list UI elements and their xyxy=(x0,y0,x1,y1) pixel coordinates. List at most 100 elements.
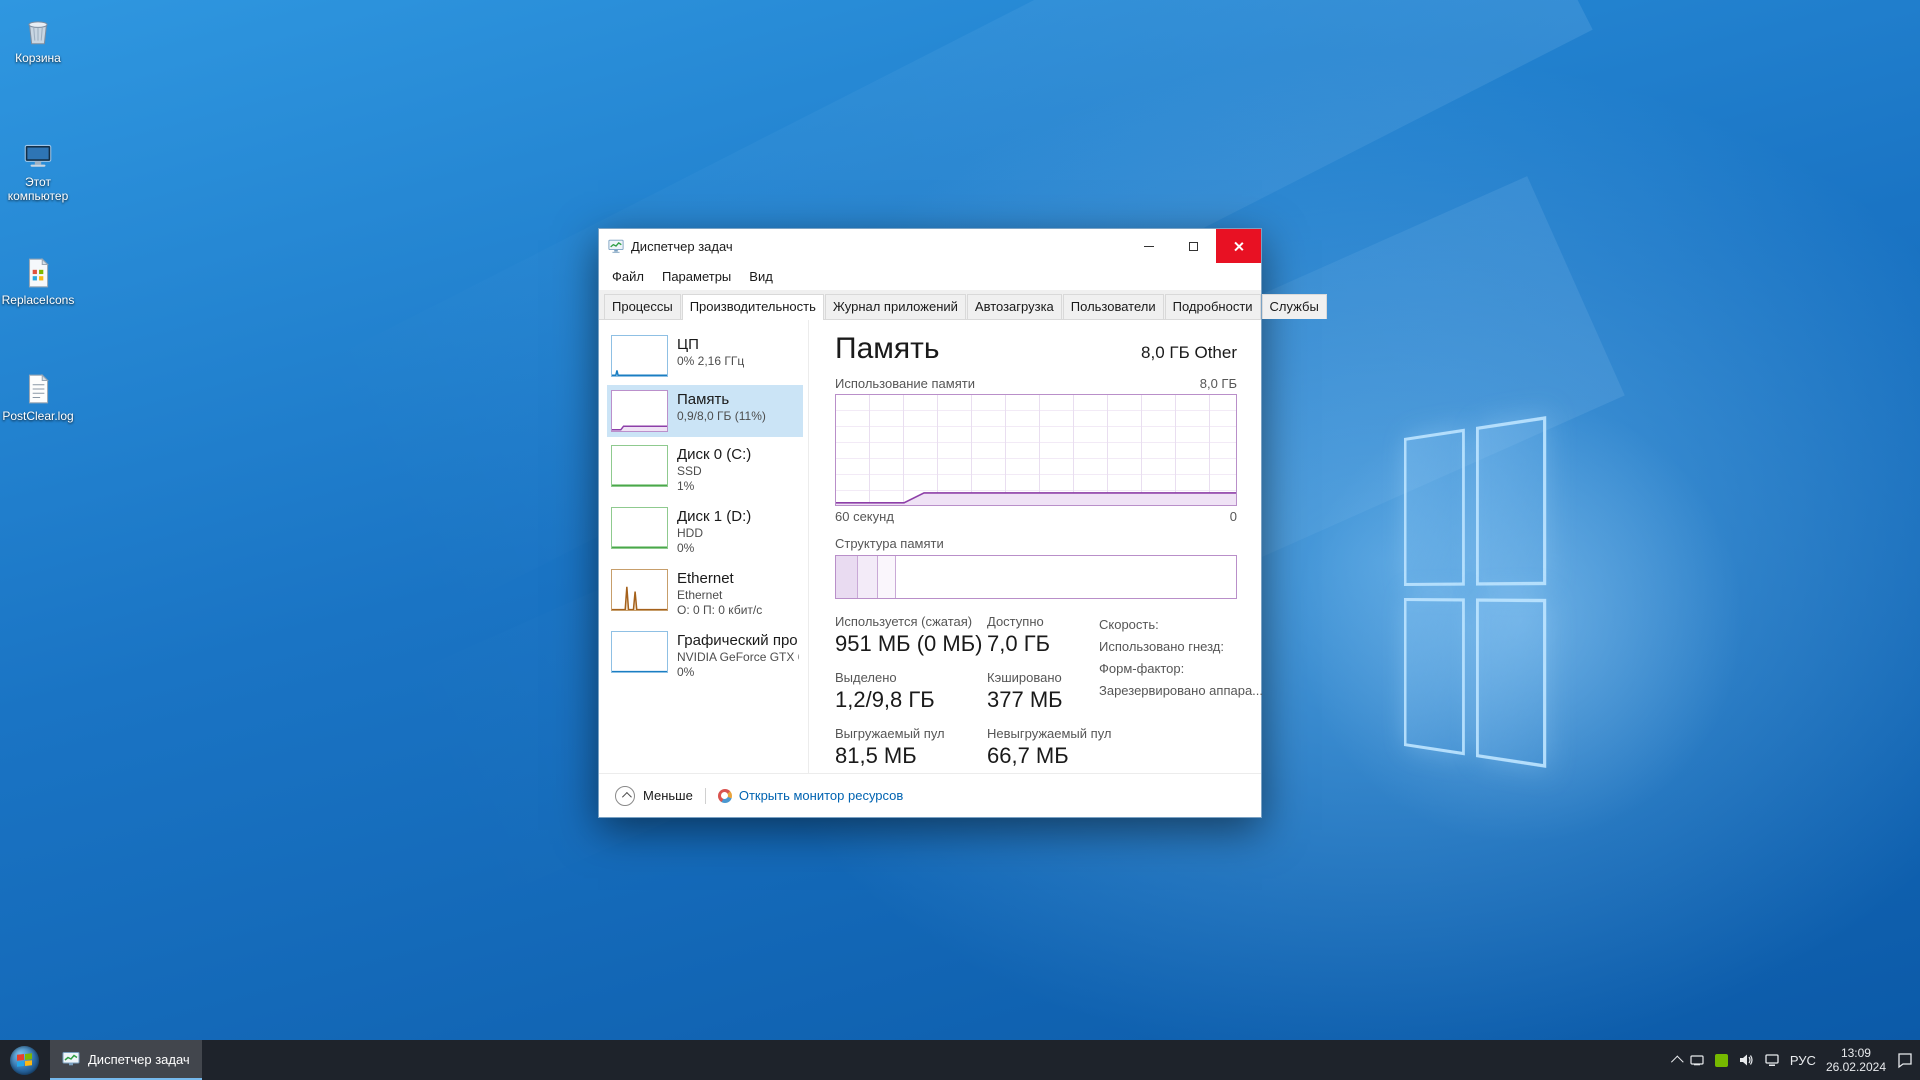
network-icon[interactable] xyxy=(1764,1052,1780,1068)
window-titlebar[interactable]: Диспетчер задач xyxy=(599,229,1261,263)
icon-label: ReplaceIcons xyxy=(1,293,75,307)
language-indicator[interactable]: РУС xyxy=(1790,1053,1816,1068)
show-hidden-icons-button[interactable] xyxy=(1670,1055,1684,1068)
action-center-icon[interactable] xyxy=(1896,1051,1914,1069)
perf-item-memory[interactable]: Память 0,9/8,0 ГБ (11%) xyxy=(607,385,803,437)
stat-value: 1,2/9,8 ГБ xyxy=(835,687,935,712)
stat-value: 81,5 МБ xyxy=(835,743,917,768)
menu-view[interactable]: Вид xyxy=(740,265,782,288)
memory-stats: Используется (сжатая) 951 МБ (0 МБ) Выде… xyxy=(835,614,1263,782)
tab-app-history[interactable]: Журнал приложений xyxy=(824,294,966,319)
nvidia-tray-icon[interactable] xyxy=(1714,1053,1728,1067)
gpu-thumbnail-chart xyxy=(611,631,668,673)
volume-icon[interactable] xyxy=(1738,1052,1754,1068)
tab-users[interactable]: Пользователи xyxy=(1062,294,1164,319)
stat-value: 377 МБ xyxy=(987,687,1063,712)
perf-item-disk1[interactable]: Диск 1 (D:) HDD 0% xyxy=(607,502,803,561)
performance-content: ЦП 0% 2,16 ГГц Память 0,9/8,0 ГБ (11%) Д… xyxy=(599,320,1263,773)
tab-details[interactable]: Подробности xyxy=(1164,294,1261,319)
window-footer: Меньше Открыть монитор ресурсов xyxy=(599,773,1261,817)
taskbar-app-label: Диспетчер задач xyxy=(88,1051,190,1067)
system-tray: РУС 13:09 26.02.2024 xyxy=(1670,1040,1914,1080)
minimize-button[interactable] xyxy=(1126,229,1171,263)
memory-thumbnail-chart xyxy=(611,390,668,432)
desktop-icon-replaceicons[interactable]: ReplaceIcons xyxy=(0,256,76,307)
tab-performance[interactable]: Производительность xyxy=(681,294,824,320)
touch-keyboard-icon[interactable] xyxy=(1689,1052,1705,1068)
stat-label: Выделено xyxy=(835,670,897,685)
recycle-bin-icon xyxy=(28,21,48,45)
task-manager-icon xyxy=(62,1052,80,1066)
task-manager-icon xyxy=(608,239,624,254)
footer-divider xyxy=(704,787,706,804)
composition-segment xyxy=(858,556,878,598)
stat-value: 951 МБ (0 МБ) xyxy=(835,631,983,656)
icon-label: Этот компьютер xyxy=(7,175,69,203)
performance-sidebar: ЦП 0% 2,16 ГГц Память 0,9/8,0 ГБ (11%) Д… xyxy=(599,320,809,773)
perf-item-title: Диск 0 (C:) xyxy=(677,446,752,463)
stat-value: 66,7 МБ xyxy=(987,743,1069,768)
desktop-icon-recycle-bin[interactable]: Корзина xyxy=(0,14,76,65)
panel-title: Память xyxy=(835,332,940,365)
open-resource-monitor-link[interactable]: Открыть монитор ресурсов xyxy=(739,788,903,803)
tab-processes[interactable]: Процессы xyxy=(604,294,681,319)
tab-startup[interactable]: Автозагрузка xyxy=(966,294,1062,319)
menu-file[interactable]: Файл xyxy=(603,265,653,288)
perf-item-gpu[interactable]: Графический про... NVIDIA GeForce GTX 66… xyxy=(607,626,803,685)
icon-label: PostClear.log xyxy=(2,409,74,423)
stat-value: 7,0 ГБ xyxy=(987,631,1051,656)
memory-composition-bar xyxy=(835,555,1237,599)
perf-item-title: Ethernet xyxy=(677,570,734,587)
taskbar: Диспетчер задач РУС 13:09 26.02.2024 xyxy=(0,1040,1920,1080)
cpu-thumbnail-chart xyxy=(611,335,668,377)
menu-bar: Файл Параметры Вид xyxy=(599,263,1261,290)
x-axis-left-label: 60 секунд xyxy=(835,509,894,524)
window-title: Диспетчер задач xyxy=(631,238,733,254)
menu-options[interactable]: Параметры xyxy=(653,265,740,288)
icon-label: Корзина xyxy=(15,51,61,65)
desktop-icon-postclear-log[interactable]: PostClear.log xyxy=(0,372,76,423)
x-axis-right-label: 0 xyxy=(1229,509,1237,524)
disk0-thumbnail-chart xyxy=(611,445,668,487)
stat-label: Кэшировано xyxy=(987,670,1062,685)
minimize-icon xyxy=(1143,245,1154,247)
perf-item-title: ЦП xyxy=(677,336,699,353)
tray-date: 26.02.2024 xyxy=(1825,1060,1886,1074)
perf-item-title: Диск 1 (D:) xyxy=(677,508,752,525)
stat-label: Невыгружаемый пул xyxy=(987,726,1112,741)
perf-item-disk0[interactable]: Диск 0 (C:) SSD 1% xyxy=(607,440,803,499)
close-button[interactable] xyxy=(1216,229,1261,263)
composition-segment xyxy=(836,556,858,598)
start-orb-icon xyxy=(9,1045,39,1075)
perf-item-ethernet[interactable]: Ethernet Ethernet О: 0 П: 0 кбит/с xyxy=(607,564,803,623)
maximize-icon xyxy=(1189,241,1198,251)
perf-item-cpu[interactable]: ЦП 0% 2,16 ГГц xyxy=(607,330,803,382)
composition-segment xyxy=(878,556,896,598)
desktop-icon-this-pc[interactable]: Этот компьютер xyxy=(0,138,76,203)
tray-clock[interactable]: 13:09 26.02.2024 xyxy=(1826,1046,1886,1074)
taskbar-app-task-manager[interactable]: Диспетчер задач xyxy=(50,1040,202,1080)
start-button[interactable] xyxy=(0,1040,48,1080)
perf-item-title: Графический про... xyxy=(677,632,799,649)
task-manager-window: Диспетчер задач Файл Параметры Вид Проце… xyxy=(598,228,1327,818)
tab-strip: Процессы Производительность Журнал прило… xyxy=(599,290,1327,320)
usage-chart-label: Использование памяти xyxy=(835,376,975,391)
fewer-details-label[interactable]: Меньше xyxy=(643,788,693,803)
app-file-icon xyxy=(28,257,49,288)
ethernet-thumbnail-chart xyxy=(611,569,668,611)
tab-services[interactable]: Службы xyxy=(1261,294,1327,319)
usage-chart-max: 8,0 ГБ xyxy=(1199,376,1237,391)
tray-time: 13:09 xyxy=(1840,1046,1871,1060)
memory-detail-panel: Память 8,0 ГБ Other Использование памяти… xyxy=(809,320,1263,773)
screen: Корзина Этот компьютер ReplaceIcons Post… xyxy=(0,0,1920,1080)
log-file-icon xyxy=(28,373,49,404)
maximize-button[interactable] xyxy=(1171,229,1216,263)
windows-logo xyxy=(1404,416,1547,768)
hardware-info-labels: Скорость: Использовано гнезд: Форм-факто… xyxy=(1099,617,1264,698)
stat-label: Выгружаемый пул xyxy=(835,726,945,741)
resource-monitor-icon xyxy=(717,788,732,803)
composition-label: Структура памяти xyxy=(835,536,944,551)
fewer-details-button[interactable] xyxy=(615,785,635,806)
perf-item-title: Память xyxy=(677,391,730,408)
this-pc-icon xyxy=(24,144,52,167)
